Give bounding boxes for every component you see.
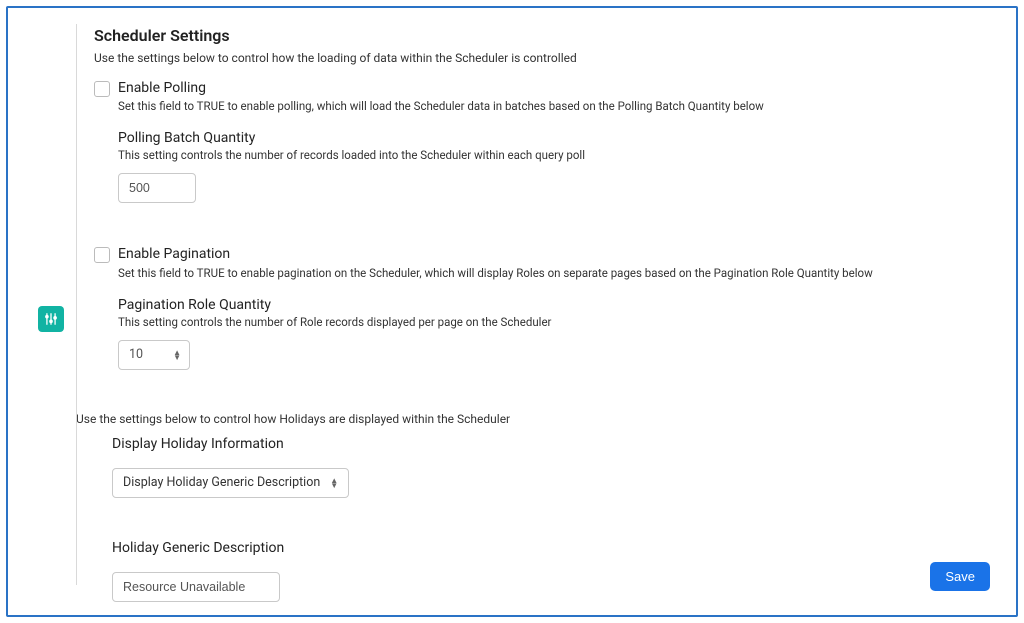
pagination-role-value: 10 (129, 347, 143, 362)
enable-polling-label: Enable Polling (118, 79, 992, 97)
section-enable-pagination: Enable Pagination Set this field to TRUE… (94, 245, 992, 369)
select-arrows-icon: ▲▼ (330, 478, 338, 488)
save-button[interactable]: Save (930, 562, 990, 591)
sliders-icon (44, 312, 58, 326)
enable-polling-checkbox[interactable] (94, 81, 110, 97)
polling-batch-label: Polling Batch Quantity (118, 130, 992, 146)
enable-pagination-desc: Set this field to TRUE to enable paginat… (118, 265, 992, 281)
page-title: Scheduler Settings (94, 26, 992, 45)
pagination-role-desc: This setting controls the number of Role… (118, 314, 992, 330)
polling-batch-input[interactable] (118, 173, 196, 203)
section-enable-polling: Enable Polling Set this field to TRUE to… (94, 79, 992, 203)
side-panel-toggle[interactable] (38, 306, 64, 332)
holiday-generic-label: Holiday Generic Description (112, 540, 992, 556)
display-holiday-label: Display Holiday Information (112, 436, 992, 452)
pagination-role-input[interactable]: 10 ▲▼ (118, 340, 190, 370)
vertical-divider (76, 24, 77, 585)
intro-text-data: Use the settings below to control how th… (94, 51, 992, 65)
enable-pagination-checkbox[interactable] (94, 247, 110, 263)
display-holiday-value: Display Holiday Generic Description (123, 475, 320, 490)
holiday-generic-input[interactable] (112, 572, 280, 602)
polling-batch-desc: This setting controls the number of reco… (118, 147, 992, 163)
enable-pagination-label: Enable Pagination (118, 245, 992, 263)
intro-text-holiday: Use the settings below to control how Ho… (76, 412, 992, 426)
stepper-icon: ▲▼ (173, 350, 181, 360)
enable-polling-desc: Set this field to TRUE to enable polling… (118, 98, 992, 114)
display-holiday-select[interactable]: Display Holiday Generic Description ▲▼ (112, 468, 349, 498)
pagination-role-label: Pagination Role Quantity (118, 297, 992, 313)
